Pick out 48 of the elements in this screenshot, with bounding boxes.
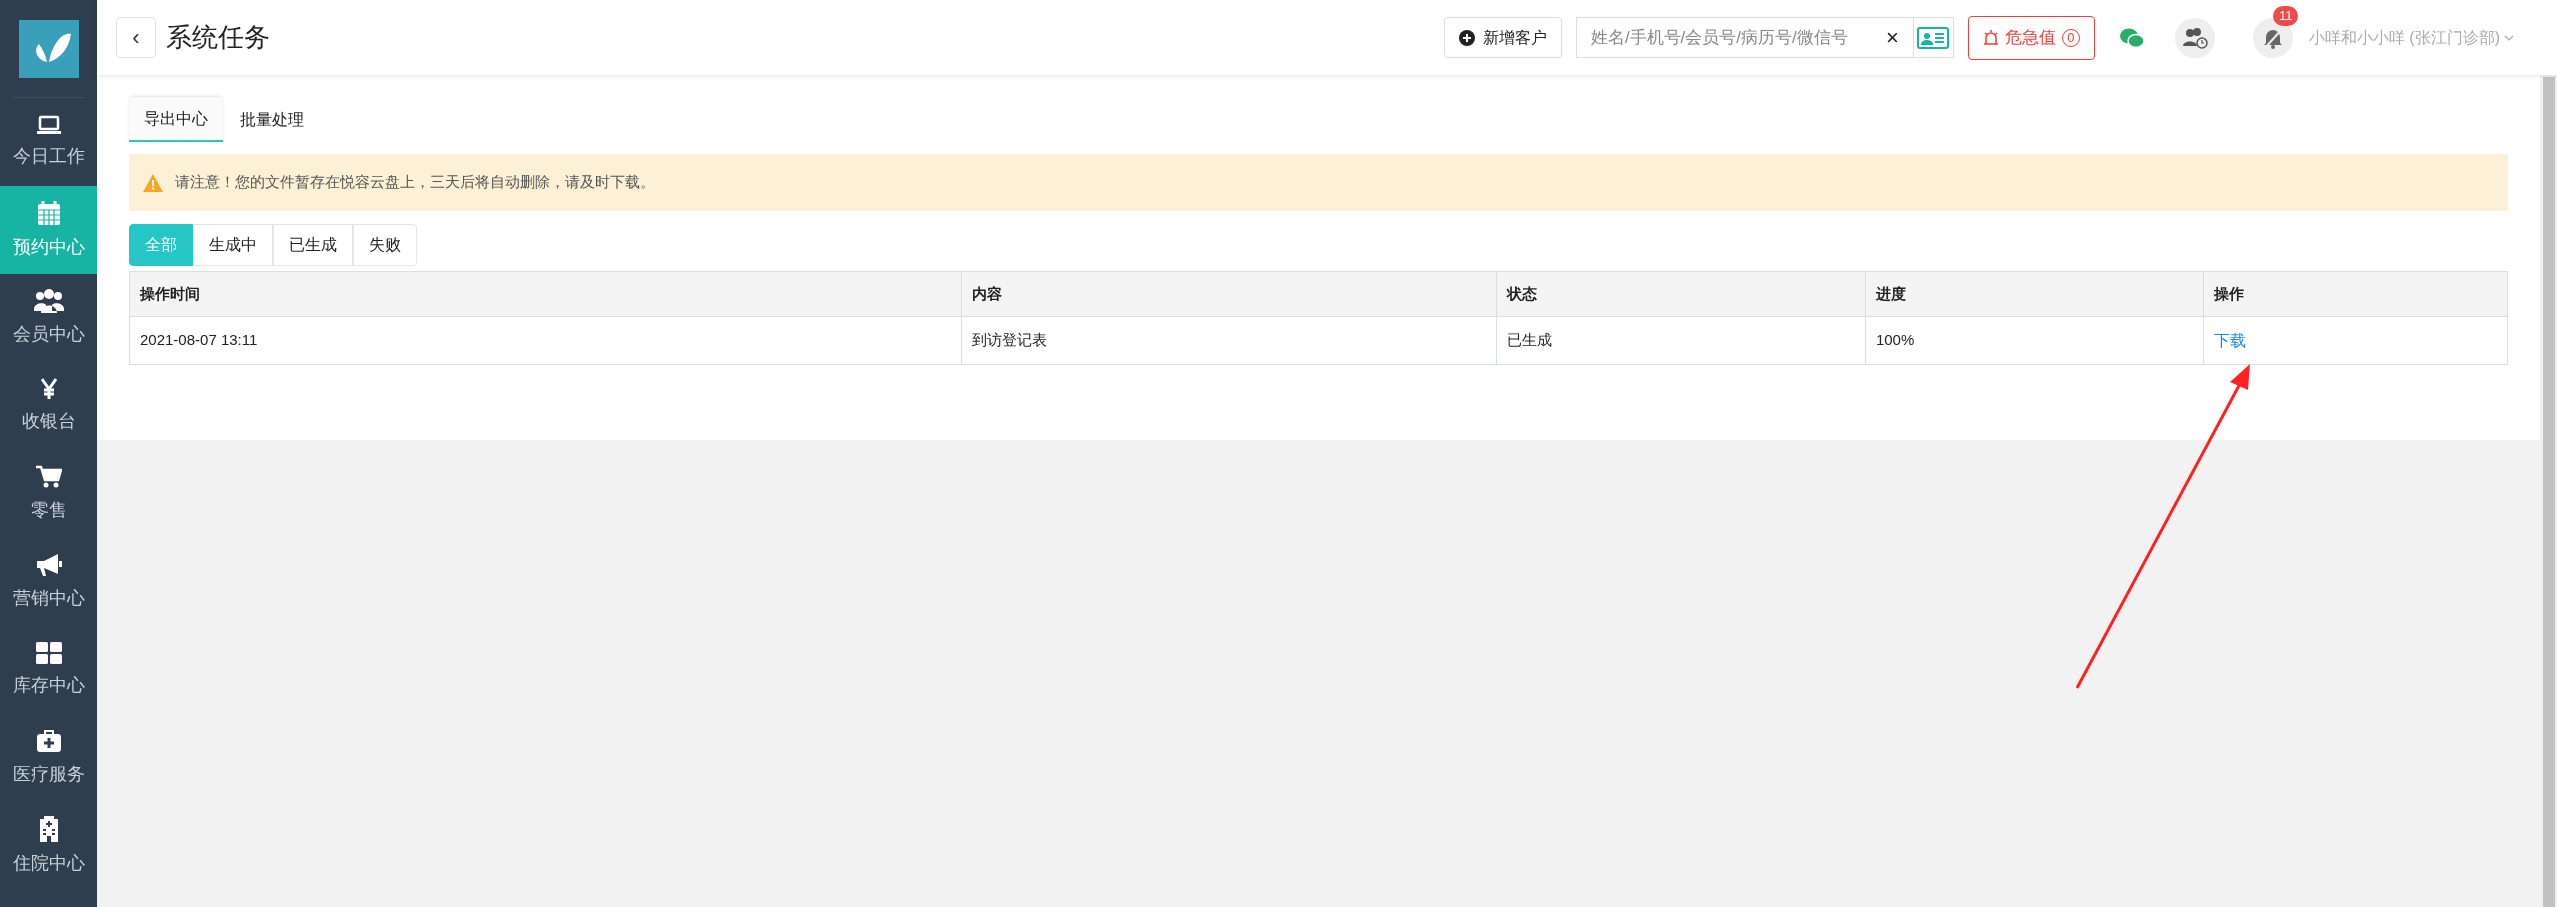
cart-icon xyxy=(35,464,62,489)
column-header: 操作时间 xyxy=(129,271,962,317)
critical-value-button[interactable]: 危急值 0 xyxy=(1967,15,2095,60)
table-cell: 到访登记表 xyxy=(961,316,1497,365)
sidebar-item[interactable]: 零售 xyxy=(0,450,97,538)
sidebar-item[interactable]: 库存中心 xyxy=(0,626,97,714)
column-header: 内容 xyxy=(961,271,1497,317)
column-header: 进度 xyxy=(1865,271,2204,317)
laptop-icon xyxy=(35,114,62,135)
grid-icon xyxy=(35,641,62,664)
clear-button[interactable]: × xyxy=(1886,21,1899,54)
search-field[interactable]: 姓名/手机号/会员号/病历号/微信号 × xyxy=(1575,17,1914,58)
sidebar-item[interactable]: 会员中心 xyxy=(0,274,97,362)
table-cell: 2021-08-07 13:11 xyxy=(129,316,962,365)
column-header: 状态 xyxy=(1496,271,1866,317)
filter-button[interactable]: 生成中 xyxy=(193,224,273,266)
id-card-icon xyxy=(1917,26,1950,49)
tab[interactable]: 导出中心 xyxy=(129,97,223,142)
notice-text: 请注意！您的文件暂存在悦容云盘上，三天后将自动删除，请及时下载。 xyxy=(175,172,655,193)
sidebar-item[interactable]: 住院中心 xyxy=(0,802,97,890)
chevron-down-icon[interactable] xyxy=(2504,34,2514,41)
column-header: 操作 xyxy=(2203,271,2508,317)
notification-badge: 11 xyxy=(2272,5,2299,26)
table-cell: 100% xyxy=(1865,316,2204,365)
people-clock-icon xyxy=(2181,26,2208,49)
calendar-icon xyxy=(36,199,61,226)
sidebar-item[interactable]: 收银台 xyxy=(0,362,97,450)
page-title: 系统任务 xyxy=(166,21,270,54)
filter-button[interactable]: 已生成 xyxy=(273,224,353,266)
id-card-button[interactable] xyxy=(1913,17,1954,58)
warning-icon xyxy=(143,173,163,192)
plus-circle-icon xyxy=(1458,29,1475,46)
filter-button[interactable]: 失败 xyxy=(353,224,417,266)
hospital-building-icon xyxy=(37,815,60,842)
sidebar-item[interactable]: 医疗服务 xyxy=(0,714,97,802)
back-button[interactable]: ‹ xyxy=(116,17,156,58)
sidebar-item[interactable]: 今日工作 xyxy=(0,98,97,186)
wechat-icon[interactable] xyxy=(2118,26,2145,49)
medical-kit-icon xyxy=(35,728,62,753)
scrollbar[interactable] xyxy=(2540,75,2557,907)
table-cell: 已生成 xyxy=(1496,316,1866,365)
download-link[interactable]: 下载 xyxy=(2213,331,2246,349)
alarm-icon xyxy=(1982,29,1999,46)
sidebar-item[interactable]: 营销中心 xyxy=(0,538,97,626)
yen-icon xyxy=(40,377,57,400)
new-customer-button[interactable]: 新增客户 xyxy=(1443,17,1562,58)
megaphone-icon xyxy=(34,552,63,577)
group-icon xyxy=(33,288,64,313)
